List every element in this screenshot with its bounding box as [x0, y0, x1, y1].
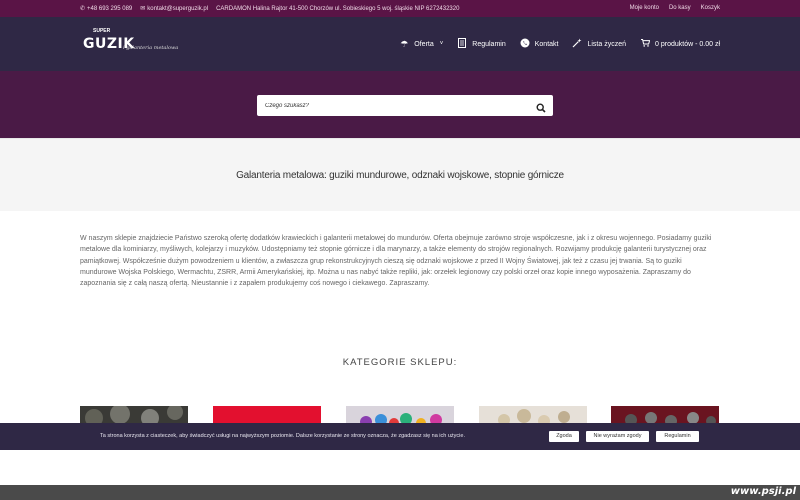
magic-wand-icon	[572, 38, 582, 50]
checkout-link[interactable]: Do kasy	[669, 5, 691, 11]
page-title-section: Galanteria metalowa: guziki mundurowe, o…	[0, 138, 800, 211]
site-header: SUPER GUZIK i galanteria metalowa ☂ Ofer…	[0, 17, 800, 71]
nav-label: Regulamin	[472, 40, 506, 48]
cookie-rules-button[interactable]: Regulamin	[656, 431, 699, 442]
nav-item-wishlist[interactable]: Lista życzeń	[572, 38, 626, 50]
cookie-notice-bar: Ta strona korzysta z ciasteczek, aby świ…	[0, 423, 800, 450]
cart-link[interactable]: Koszyk	[701, 5, 720, 11]
cart-icon	[640, 39, 650, 49]
search-input[interactable]	[265, 100, 525, 111]
cookie-notice-text: Ta strona korzysta z ciasteczek, aby świ…	[100, 433, 465, 439]
top-utility-bar: ✆ +48 693 295 089 ✉ kontakt@superguzik.pl …	[0, 0, 800, 17]
search-box	[257, 95, 553, 116]
page-title: Galanteria metalowa: guziki mundurowe, o…	[236, 170, 564, 181]
nav-label: Oferta	[414, 40, 434, 48]
umbrella-icon: ☂	[400, 38, 409, 49]
nav-item-regulamin[interactable]: Regulamin	[457, 38, 506, 50]
main-nav: ☂ Oferta ˅ Regulamin Kontakt Lista życze…	[399, 38, 720, 50]
nav-label: Kontakt	[534, 40, 559, 48]
my-account-link[interactable]: Moje konto	[630, 5, 659, 11]
nav-item-kontakt[interactable]: Kontakt	[520, 38, 559, 50]
company-address: CARDAMON Halina Rajtor 41-500 Chorzów ul…	[216, 5, 460, 12]
logo-super: SUPER	[93, 28, 111, 34]
cart-summary: 0 produktów - 0.00 zł	[655, 40, 720, 48]
logo-tagline: i galanteria metalowa	[123, 45, 179, 51]
footer-strip: www.psji.pl	[0, 485, 800, 500]
watermark: www.psji.pl	[730, 486, 796, 497]
site-logo[interactable]: SUPER GUZIK i galanteria metalowa	[83, 28, 178, 53]
nav-label: Lista życzeń	[587, 40, 627, 48]
search-icon[interactable]	[536, 100, 546, 113]
envelope-icon: ✉	[140, 6, 146, 12]
whatsapp-icon	[520, 38, 530, 50]
phone-contact[interactable]: ✆ +48 693 295 089	[80, 5, 132, 12]
document-icon	[457, 38, 467, 50]
cookie-accept-button[interactable]: Zgoda	[549, 431, 579, 442]
bottom-spacer	[0, 450, 800, 485]
intro-text: W naszym sklepie znajdziecie Państwo sze…	[80, 235, 712, 288]
search-hero	[0, 71, 800, 138]
cookie-decline-button[interactable]: Nie wyrażam zgody	[586, 431, 649, 442]
chevron-down-icon: ˅	[439, 41, 444, 47]
nav-item-oferta[interactable]: ☂ Oferta ˅	[399, 39, 443, 50]
mini-cart[interactable]: 0 produktów - 0.00 zł	[640, 39, 720, 49]
categories-heading: KATEGORIE SKLEPU:	[342, 357, 458, 368]
email-contact[interactable]: ✉ kontakt@superguzik.pl	[140, 5, 208, 12]
phone-icon: ✆	[80, 6, 86, 12]
